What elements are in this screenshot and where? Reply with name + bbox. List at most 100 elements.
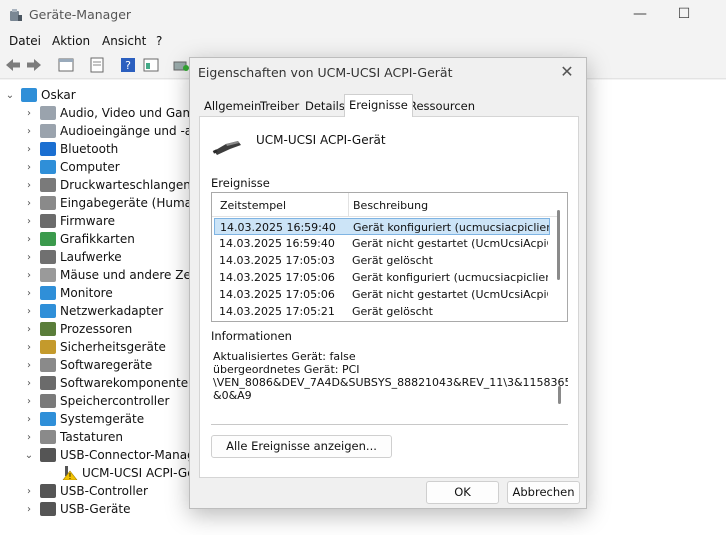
- maximize-button[interactable]: ☐: [676, 6, 692, 22]
- ok-button[interactable]: OK: [426, 481, 499, 504]
- chevron-right-icon[interactable]: ›: [23, 180, 35, 191]
- chevron-right-icon[interactable]: ›: [23, 252, 35, 263]
- menu-help[interactable]: ?: [156, 34, 162, 48]
- tree-item-label: Prozessoren: [60, 322, 133, 336]
- chip-icon: [40, 214, 56, 228]
- chevron-right-icon[interactable]: ›: [23, 216, 35, 227]
- tab-details[interactable]: Details: [301, 97, 349, 116]
- tree-item[interactable]: › Druckwarteschlangen: [23, 176, 191, 194]
- tree-item[interactable]: › Audioeingänge und -au: [23, 122, 200, 140]
- event-description: Gerät konfiguriert (ucmucsiacpiclient.in…: [352, 271, 548, 284]
- tree-item[interactable]: › Netzwerkadapter: [23, 302, 163, 320]
- chevron-right-icon[interactable]: ›: [23, 198, 35, 209]
- chevron-right-icon[interactable]: ›: [23, 414, 35, 425]
- tree-item-label: Systemgeräte: [60, 412, 145, 426]
- chevron-right-icon[interactable]: ›: [23, 234, 35, 245]
- monitor-icon: [40, 286, 56, 300]
- column-header-zeitstempel[interactable]: Zeitstempel: [220, 199, 286, 212]
- chevron-right-icon[interactable]: ›: [23, 126, 35, 137]
- info-line: übergeordnetes Gerät: PCI: [213, 363, 360, 376]
- tree-item-label: Mäuse und andere Zeige: [60, 268, 210, 282]
- tree-item[interactable]: › Monitore: [23, 284, 113, 302]
- tree-item[interactable]: › Prozessoren: [23, 320, 132, 338]
- chevron-right-icon[interactable]: ›: [23, 108, 35, 119]
- tree-item[interactable]: › Firmware: [23, 212, 115, 230]
- event-row[interactable]: 14.03.2025 17:05:21 Gerät gelöscht: [214, 303, 550, 320]
- view-icon[interactable]: [142, 56, 160, 74]
- chevron-right-icon[interactable]: ›: [23, 324, 35, 335]
- event-row[interactable]: 14.03.2025 17:05:06 Gerät konfiguriert (u…: [214, 269, 550, 286]
- close-icon[interactable]: ✕: [556, 61, 578, 83]
- menu-datei[interactable]: Datei: [9, 34, 41, 48]
- tree-item[interactable]: › Grafikkarten: [23, 230, 135, 248]
- key-icon: [40, 340, 56, 354]
- events-scrollbar[interactable]: [557, 210, 560, 280]
- chevron-right-icon[interactable]: ›: [23, 288, 35, 299]
- chevron-right-icon[interactable]: ›: [23, 396, 35, 407]
- chevron-right-icon[interactable]: ›: [23, 486, 35, 497]
- tree-item[interactable]: › USB-Controller: [23, 482, 148, 500]
- tree-item[interactable]: › Bluetooth: [23, 140, 118, 158]
- tab-ressourcen[interactable]: Ressourcen: [405, 97, 479, 116]
- column-divider[interactable]: [348, 193, 349, 217]
- event-row[interactable]: 14.03.2025 17:05:03 Gerät gelöscht: [214, 252, 550, 269]
- help-icon[interactable]: ?: [119, 56, 137, 74]
- tree-item[interactable]: › Tastaturen: [23, 428, 123, 446]
- cancel-button[interactable]: Abbrechen: [507, 481, 580, 504]
- tree-item[interactable]: › Audio, Video und Gamec: [23, 104, 208, 122]
- column-header-beschreibung[interactable]: Beschreibung: [353, 199, 428, 212]
- tree-item[interactable]: › Systemgeräte: [23, 410, 144, 428]
- properties-view-icon[interactable]: [57, 56, 75, 74]
- tree-item[interactable]: › Speichercontroller: [23, 392, 169, 410]
- tree-item[interactable]: › Eingabegeräte (Human I: [23, 194, 207, 212]
- menu-aktion[interactable]: Aktion: [52, 34, 90, 48]
- tree-item[interactable]: › Sicherheitsgeräte: [23, 338, 166, 356]
- info-section-label: Informationen: [211, 329, 292, 343]
- show-all-events-button[interactable]: Alle Ereignisse anzeigen...: [211, 435, 392, 458]
- usb-icon: [40, 502, 56, 516]
- document-icon[interactable]: [88, 56, 106, 74]
- tree-item[interactable]: › Computer: [23, 158, 120, 176]
- event-row[interactable]: 14.03.2025 16:59:40 Gerät nicht gestartet…: [214, 235, 550, 252]
- info-text[interactable]: Aktualisiertes Gerät: false übergeordnete…: [211, 345, 568, 423]
- chevron-right-icon[interactable]: ›: [23, 162, 35, 173]
- chevron-right-icon[interactable]: ›: [23, 270, 35, 281]
- tree-item-label: Sicherheitsgeräte: [60, 340, 166, 354]
- event-timestamp: 14.03.2025 17:05:21: [219, 305, 335, 318]
- chevron-right-icon[interactable]: ›: [23, 360, 35, 371]
- tree-item[interactable]: › Softwaregeräte: [23, 356, 152, 374]
- monitor-icon: [40, 160, 56, 174]
- minimize-button[interactable]: —: [632, 6, 648, 22]
- tab-treiber[interactable]: Treiber: [256, 97, 303, 116]
- tab-ereignisse[interactable]: Ereignisse: [344, 94, 413, 117]
- chevron-right-icon[interactable]: ›: [23, 432, 35, 443]
- chevron-down-icon[interactable]: ⌄: [23, 450, 35, 461]
- menu-ansicht[interactable]: Ansicht: [102, 34, 146, 48]
- tree-item[interactable]: ⌄ USB-Connector-Manage: [23, 446, 202, 464]
- event-row[interactable]: 14.03.2025 16:59:40 Gerät konfiguriert (u…: [214, 218, 550, 235]
- back-arrow-icon[interactable]: [4, 56, 22, 74]
- chevron-right-icon[interactable]: ›: [23, 378, 35, 389]
- tree-item[interactable]: › Laufwerke: [23, 248, 122, 266]
- tree-item-label: USB-Connector-Manage: [60, 448, 203, 462]
- chevron-right-icon[interactable]: ›: [23, 306, 35, 317]
- info-line: &0&A9: [213, 389, 252, 402]
- tree-item[interactable]: › Mäuse und andere Zeige: [23, 266, 209, 284]
- processor-icon: [40, 322, 56, 336]
- drive-icon: [40, 250, 56, 264]
- forward-arrow-icon[interactable]: [25, 56, 43, 74]
- tree-item[interactable]: › Softwarekomponenten: [23, 374, 196, 392]
- event-timestamp: 14.03.2025 17:05:06: [219, 271, 335, 284]
- scan-hardware-icon[interactable]: [172, 56, 190, 74]
- events-list[interactable]: Zeitstempel Beschreibung 14.03.2025 16:5…: [211, 192, 568, 322]
- chevron-down-icon[interactable]: ⌄: [4, 90, 16, 101]
- tree-item[interactable]: › USB-Geräte: [23, 500, 130, 518]
- event-description: Gerät gelöscht: [352, 305, 433, 318]
- tree-item-label: Audioeingänge und -au: [60, 124, 200, 138]
- chevron-right-icon[interactable]: ›: [23, 504, 35, 515]
- event-row[interactable]: 14.03.2025 17:05:06 Gerät nicht gestartet…: [214, 286, 550, 303]
- chevron-right-icon[interactable]: ›: [23, 342, 35, 353]
- tree-root[interactable]: ⌄ Oskar: [4, 86, 76, 104]
- chevron-right-icon[interactable]: ›: [23, 144, 35, 155]
- events-header: Zeitstempel Beschreibung: [212, 193, 557, 217]
